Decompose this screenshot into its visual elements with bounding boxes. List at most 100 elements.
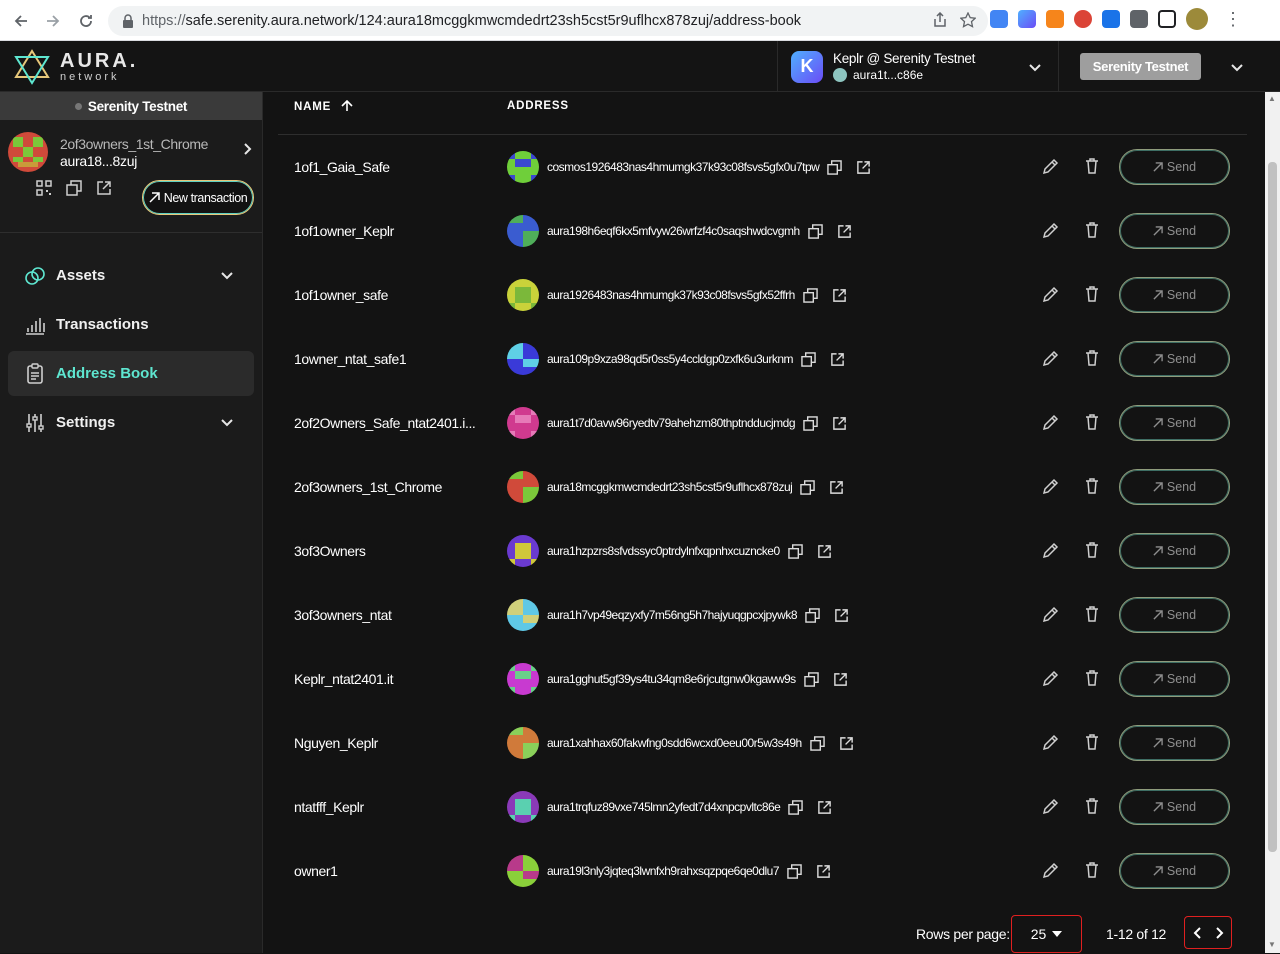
extension-icon[interactable] bbox=[1102, 10, 1120, 28]
copy-icon[interactable] bbox=[803, 415, 818, 431]
prev-page-icon[interactable] bbox=[1192, 926, 1202, 940]
edit-pencil-icon[interactable] bbox=[1042, 349, 1060, 367]
send-button[interactable]: Send bbox=[1119, 405, 1230, 441]
external-link-icon[interactable] bbox=[832, 288, 847, 303]
edit-pencil-icon[interactable] bbox=[1042, 285, 1060, 303]
trash-icon[interactable] bbox=[1083, 733, 1101, 751]
copy-icon[interactable] bbox=[787, 863, 802, 879]
keplr-extension-icon[interactable] bbox=[1018, 10, 1036, 28]
external-link-icon[interactable] bbox=[817, 800, 832, 815]
network-chevron-down-icon[interactable] bbox=[1230, 60, 1244, 74]
copy-icon[interactable] bbox=[801, 351, 816, 367]
edit-pencil-icon[interactable] bbox=[1042, 861, 1060, 879]
translate-extension-icon[interactable] bbox=[990, 10, 1008, 28]
copy-icon[interactable] bbox=[800, 479, 816, 495]
chrome-extension-icon[interactable] bbox=[1074, 10, 1092, 28]
external-link-icon[interactable] bbox=[832, 416, 847, 431]
chevron-down-icon[interactable] bbox=[1028, 60, 1042, 74]
trash-icon[interactable] bbox=[1083, 285, 1101, 303]
external-link-icon[interactable] bbox=[816, 864, 831, 879]
edit-pencil-icon[interactable] bbox=[1042, 541, 1060, 559]
external-link-icon[interactable] bbox=[817, 544, 832, 559]
sidebar-item-address-book[interactable]: Address Book bbox=[8, 351, 254, 396]
address-bar[interactable]: https:// safe.serenity.aura.network/124:… bbox=[108, 6, 988, 36]
sidebar-item-assets[interactable]: Assets bbox=[8, 253, 254, 298]
copy-icon[interactable] bbox=[788, 799, 804, 815]
edit-pencil-icon[interactable] bbox=[1042, 477, 1060, 495]
arrow-up-right-icon bbox=[1153, 418, 1163, 428]
send-button[interactable]: Send bbox=[1119, 533, 1230, 569]
back-icon[interactable] bbox=[5, 5, 37, 37]
new-transaction-button[interactable]: New transaction bbox=[142, 180, 254, 215]
trash-icon[interactable] bbox=[1083, 861, 1101, 879]
trash-icon[interactable] bbox=[1083, 605, 1101, 623]
trash-icon[interactable] bbox=[1083, 541, 1101, 559]
column-header-name[interactable]: NAME bbox=[294, 99, 353, 113]
external-link-icon[interactable] bbox=[856, 160, 871, 175]
star-icon[interactable] bbox=[960, 12, 976, 28]
send-button[interactable]: Send bbox=[1119, 789, 1230, 825]
trash-icon[interactable] bbox=[1083, 349, 1101, 367]
external-link-icon[interactable] bbox=[834, 608, 849, 623]
safe-selector[interactable]: 2of3owners_1st_Chrome aura18...8zuj bbox=[8, 132, 254, 172]
scroll-up-icon[interactable]: ▲ bbox=[1268, 94, 1276, 103]
qr-code-icon[interactable] bbox=[36, 180, 52, 196]
edit-pencil-icon[interactable] bbox=[1042, 733, 1060, 751]
trash-icon[interactable] bbox=[1083, 221, 1101, 239]
edit-pencil-icon[interactable] bbox=[1042, 797, 1060, 815]
contact-avatar bbox=[507, 663, 539, 695]
share-icon[interactable] bbox=[932, 12, 948, 28]
forward-icon[interactable] bbox=[37, 5, 69, 37]
copy-icon[interactable] bbox=[809, 735, 825, 751]
profile-avatar[interactable] bbox=[1186, 8, 1208, 30]
trash-icon[interactable] bbox=[1083, 477, 1101, 495]
send-button[interactable]: Send bbox=[1119, 469, 1230, 505]
trash-icon[interactable] bbox=[1083, 413, 1101, 431]
scrollbar[interactable]: ▲ ▼ bbox=[1265, 92, 1280, 953]
scroll-down-icon[interactable]: ▼ bbox=[1268, 940, 1276, 949]
trash-icon[interactable] bbox=[1083, 157, 1101, 175]
aura-logo[interactable]: AURA. network bbox=[14, 49, 138, 85]
copy-icon[interactable] bbox=[827, 159, 843, 175]
edit-pencil-icon[interactable] bbox=[1042, 605, 1060, 623]
edit-pencil-icon[interactable] bbox=[1042, 157, 1060, 175]
trash-icon[interactable] bbox=[1083, 797, 1101, 815]
arrow-up-right-icon bbox=[1153, 162, 1163, 172]
external-link-icon[interactable] bbox=[96, 180, 112, 196]
metamask-extension-icon[interactable] bbox=[1046, 10, 1064, 28]
copy-icon[interactable] bbox=[787, 543, 803, 559]
chevron-right-icon[interactable] bbox=[242, 142, 254, 156]
external-link-icon[interactable] bbox=[829, 480, 844, 495]
trash-icon[interactable] bbox=[1083, 669, 1101, 687]
copy-icon[interactable] bbox=[66, 180, 82, 196]
rows-per-page-select[interactable]: 25 bbox=[1011, 915, 1082, 953]
menu-icon[interactable]: ⋮ bbox=[1224, 9, 1242, 30]
copy-icon[interactable] bbox=[803, 671, 819, 687]
external-link-icon[interactable] bbox=[837, 224, 852, 239]
puzzle-icon[interactable] bbox=[1130, 10, 1148, 28]
copy-icon[interactable] bbox=[807, 223, 823, 239]
scroll-thumb[interactable] bbox=[1268, 162, 1277, 852]
copy-icon[interactable] bbox=[803, 287, 818, 303]
send-button[interactable]: Send bbox=[1119, 597, 1230, 633]
send-button[interactable]: Send bbox=[1119, 277, 1230, 313]
reload-icon[interactable] bbox=[70, 5, 102, 37]
edit-pencil-icon[interactable] bbox=[1042, 221, 1060, 239]
send-button[interactable]: Send bbox=[1119, 661, 1230, 697]
edit-pencil-icon[interactable] bbox=[1042, 413, 1060, 431]
send-button[interactable]: Send bbox=[1119, 213, 1230, 249]
external-link-icon[interactable] bbox=[839, 736, 854, 751]
send-button[interactable]: Send bbox=[1119, 725, 1230, 761]
copy-icon[interactable] bbox=[805, 607, 820, 623]
sidebar-item-transactions[interactable]: Transactions bbox=[8, 302, 254, 347]
external-link-icon[interactable] bbox=[833, 672, 848, 687]
send-button[interactable]: Send bbox=[1119, 341, 1230, 377]
wallet-selector[interactable]: K Keplr @ Serenity Testnet aura1t...c86e bbox=[777, 41, 1059, 92]
external-link-icon[interactable] bbox=[830, 352, 845, 367]
sidebar-item-settings[interactable]: Settings bbox=[8, 400, 254, 445]
edit-pencil-icon[interactable] bbox=[1042, 669, 1060, 687]
send-button[interactable]: Send bbox=[1119, 149, 1230, 185]
next-page-icon[interactable] bbox=[1215, 926, 1225, 940]
send-button[interactable]: Send bbox=[1119, 853, 1230, 889]
sidepanel-icon[interactable] bbox=[1158, 10, 1176, 28]
